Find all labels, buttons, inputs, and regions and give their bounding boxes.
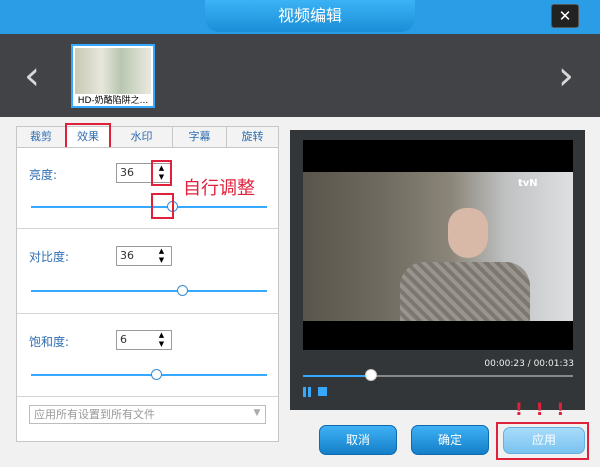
brightness-label: 亮度: xyxy=(29,168,58,182)
divider xyxy=(17,228,278,229)
playback-time: 00:00:23 / 00:01:33 xyxy=(484,359,574,369)
apply-all-dropdown[interactable]: 应用所有设置到所有文件 xyxy=(29,405,266,424)
contrast-stepper[interactable]: ▲ ▼ xyxy=(155,247,168,265)
tab-crop[interactable]: 裁剪 xyxy=(16,126,66,148)
stop-icon[interactable] xyxy=(318,387,327,396)
chevron-down-icon[interactable]: ▼ xyxy=(251,408,263,420)
window-title: 视频编辑 xyxy=(205,0,415,32)
video-subject-body xyxy=(400,262,530,321)
confirm-button[interactable]: 确定 xyxy=(411,425,489,455)
tab-subtitle[interactable]: 字幕 xyxy=(172,126,227,148)
chevron-right-icon[interactable]: › xyxy=(552,56,580,98)
contrast-slider[interactable] xyxy=(31,290,267,292)
saturation-slider-knob[interactable] xyxy=(150,369,162,380)
thumbnail-label: HD-奶酪陷阱之... xyxy=(77,96,149,106)
annotation-note: 自行调整 xyxy=(183,178,255,199)
divider xyxy=(17,313,278,314)
channel-logo: tvN xyxy=(518,178,538,189)
pause-icon[interactable] xyxy=(303,387,311,397)
divider xyxy=(17,396,278,397)
filmstrip-item[interactable]: HD-奶酪陷阱之... xyxy=(71,44,155,108)
seek-knob[interactable] xyxy=(364,369,377,381)
apply-button-highlight xyxy=(496,422,589,460)
slider-knob-highlight xyxy=(151,193,174,219)
chevron-left-icon[interactable]: ‹ xyxy=(18,56,46,98)
thumbnail-image xyxy=(75,48,151,94)
contrast-label: 对比度: xyxy=(29,250,70,264)
tab-watermark[interactable]: 水印 xyxy=(110,126,173,148)
saturation-slider[interactable] xyxy=(31,374,267,376)
tab-rotate[interactable]: 旋转 xyxy=(226,126,279,148)
contrast-slider-knob[interactable] xyxy=(176,285,188,296)
saturation-stepper[interactable]: ▲ ▼ xyxy=(155,331,168,349)
seek-bar-progress xyxy=(303,375,371,377)
saturation-label: 饱和度: xyxy=(29,335,70,349)
stepper-highlight xyxy=(151,160,172,186)
brightness-slider[interactable] xyxy=(31,206,267,208)
video-subject-face xyxy=(448,208,488,258)
cancel-button[interactable]: 取消 xyxy=(319,425,397,455)
annotation-exclaim: !!! xyxy=(515,400,578,420)
close-button[interactable]: ✕ xyxy=(551,4,579,28)
